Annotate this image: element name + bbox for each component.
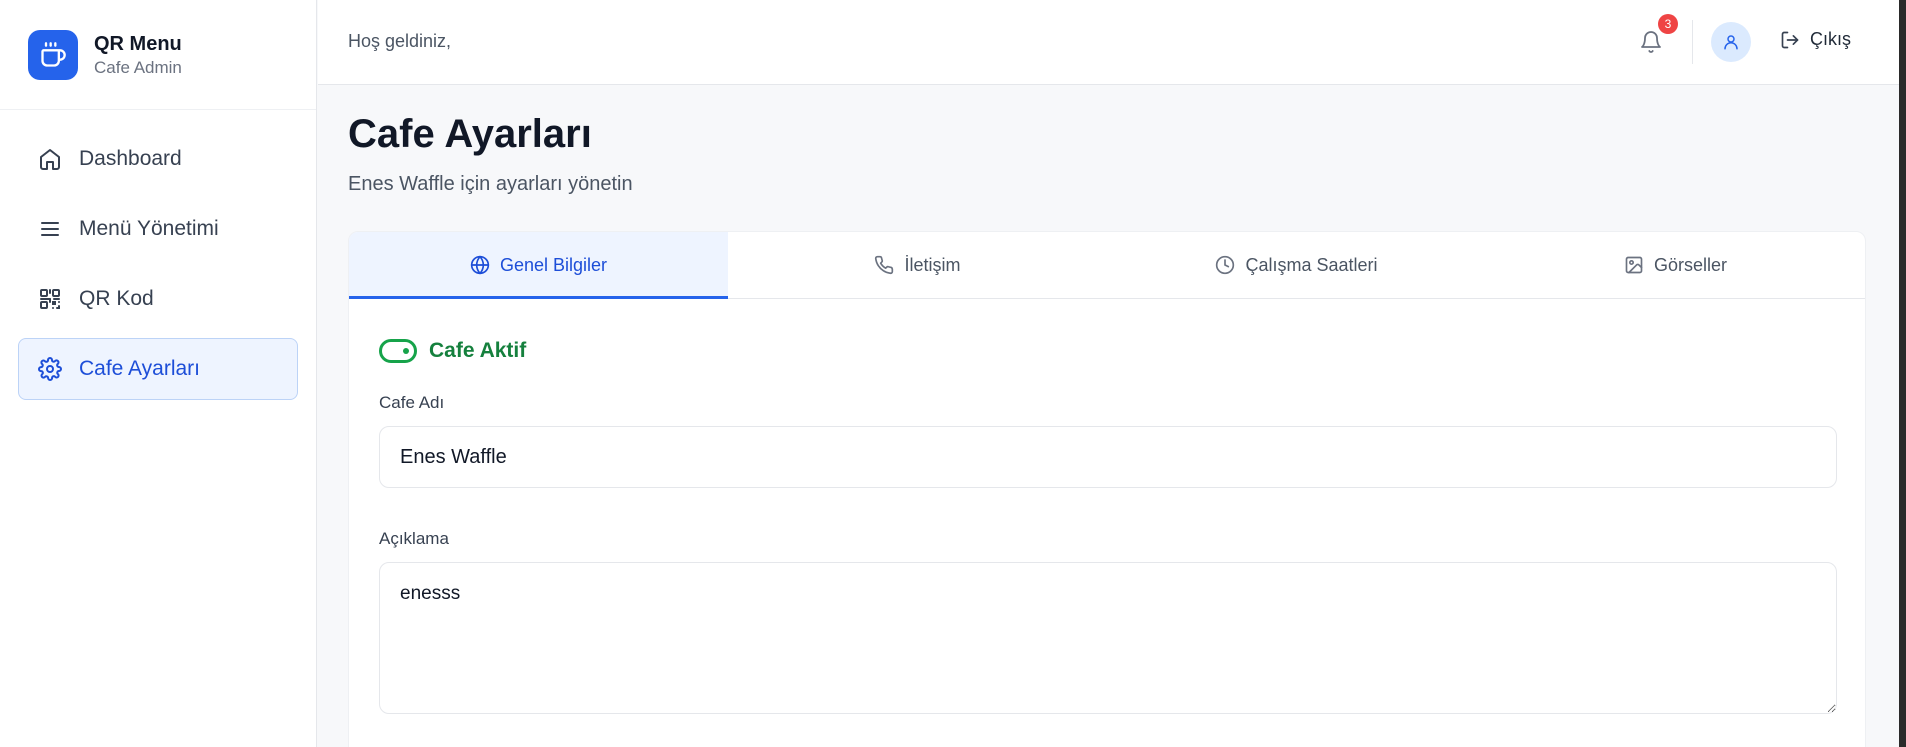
cafe-active-toggle[interactable] bbox=[379, 339, 417, 363]
window-edge bbox=[1899, 0, 1906, 747]
status-row: Cafe Aktif bbox=[379, 335, 1835, 367]
brand: QR Menu Cafe Admin bbox=[0, 0, 316, 110]
sidebar: QR Menu Cafe Admin Dashboard Menü Yöneti… bbox=[0, 0, 317, 747]
sidebar-item-label: Cafe Ayarları bbox=[79, 357, 201, 380]
welcome-text: Hoş geldiniz, bbox=[348, 31, 452, 51]
clock-icon bbox=[1215, 255, 1235, 275]
qr-code-icon bbox=[37, 286, 63, 312]
sidebar-item-menu[interactable]: Menü Yönetimi bbox=[18, 198, 298, 260]
tab-working-hours[interactable]: Çalışma Saatleri bbox=[1107, 232, 1486, 298]
tab-images[interactable]: Görseller bbox=[1486, 232, 1865, 298]
brand-title: QR Menu bbox=[94, 32, 182, 55]
divider bbox=[1692, 20, 1693, 64]
tab-general-info[interactable]: Genel Bilgiler bbox=[349, 232, 728, 299]
image-icon bbox=[1624, 255, 1644, 275]
notification-badge: 3 bbox=[1658, 14, 1678, 34]
general-info-form: Cafe Aktif Cafe Adı Açıklama enesss bbox=[349, 299, 1865, 719]
sidebar-item-qr[interactable]: QR Kod bbox=[18, 268, 298, 330]
description-label: Açıklama bbox=[379, 529, 449, 548]
phone-icon bbox=[874, 255, 894, 275]
sidebar-item-label: Menü Yönetimi bbox=[79, 217, 219, 240]
sidebar-item-dashboard[interactable]: Dashboard bbox=[18, 128, 298, 190]
sidebar-nav: Dashboard Menü Yönetimi QR Kod Cafe Ayar… bbox=[0, 110, 316, 400]
status-label: Cafe Aktif bbox=[429, 339, 527, 362]
brand-subtitle: Cafe Admin bbox=[94, 57, 182, 77]
sidebar-item-label: Dashboard bbox=[79, 147, 182, 170]
logout-icon bbox=[1780, 30, 1800, 50]
tab-label: Görseller bbox=[1653, 254, 1728, 275]
sidebar-item-label: QR Kod bbox=[79, 287, 154, 310]
tab-label: Genel Bilgiler bbox=[499, 254, 608, 275]
gear-icon bbox=[37, 356, 63, 382]
top-bar: Hoş geldiniz, 3 Çıkış bbox=[318, 0, 1906, 85]
tab-label: Çalışma Saatleri bbox=[1245, 254, 1378, 275]
tab-contact[interactable]: İletişim bbox=[728, 232, 1107, 298]
settings-card: Genel Bilgiler İletişim Çalışma Saatleri… bbox=[348, 231, 1866, 747]
home-icon bbox=[37, 146, 63, 172]
avatar[interactable] bbox=[1711, 22, 1751, 62]
description-textarea[interactable]: enesss bbox=[379, 562, 1837, 714]
globe-icon bbox=[470, 255, 490, 275]
user-icon bbox=[1724, 35, 1738, 50]
page-title: Cafe Ayarları bbox=[348, 112, 592, 156]
page-subtitle: Enes Waffle için ayarları yönetin bbox=[348, 173, 633, 195]
cafe-name-input[interactable] bbox=[379, 426, 1837, 488]
tab-label: İletişim bbox=[904, 254, 961, 275]
cafe-name-label: Cafe Adı bbox=[379, 393, 445, 412]
menu-icon bbox=[37, 216, 63, 242]
settings-tabs: Genel Bilgiler İletişim Çalışma Saatleri… bbox=[349, 232, 1865, 299]
sidebar-item-cafe-settings[interactable]: Cafe Ayarları bbox=[18, 338, 298, 400]
logout-button[interactable]: Çıkış bbox=[1780, 29, 1851, 50]
coffee-icon bbox=[28, 29, 78, 80]
logout-label: Çıkış bbox=[1810, 29, 1852, 49]
